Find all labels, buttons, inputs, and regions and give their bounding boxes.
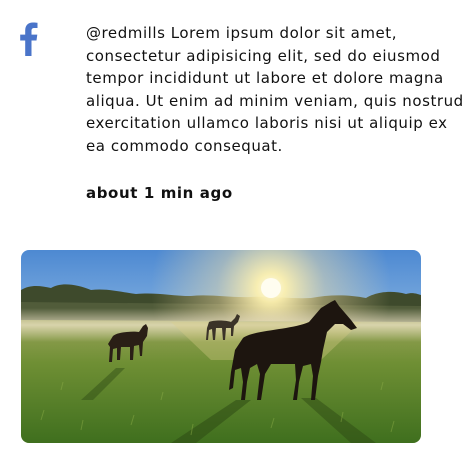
facebook-glyph <box>20 22 38 56</box>
post-text: @redmills Lorem ipsum dolor sit amet, co… <box>86 24 464 155</box>
post-image[interactable] <box>21 250 421 443</box>
facebook-icon[interactable] <box>16 22 40 56</box>
horses-in-misty-field-photo <box>21 250 421 443</box>
post-timestamp: about 1 min ago <box>86 184 233 202</box>
